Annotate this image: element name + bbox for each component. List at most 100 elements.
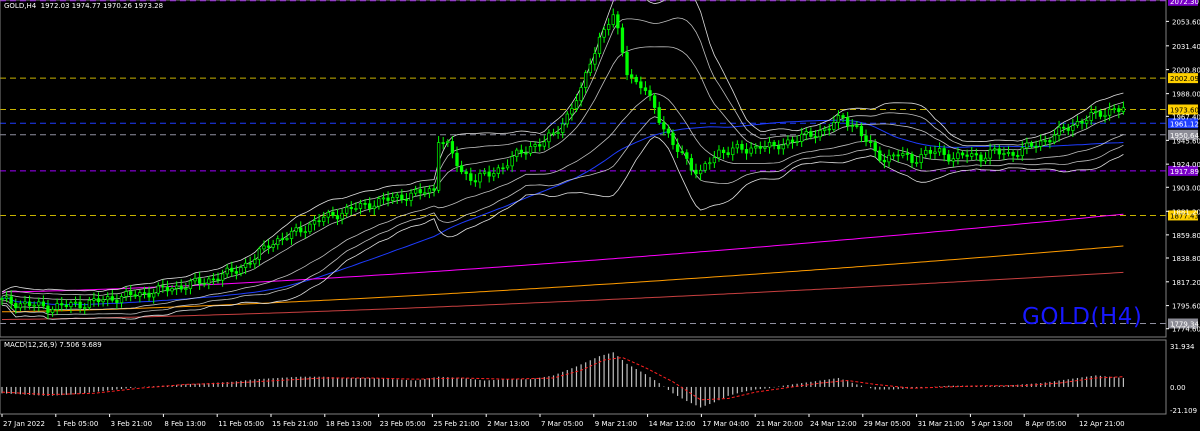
candle-body <box>1025 142 1029 149</box>
candle-body <box>372 205 376 209</box>
candle-body <box>423 192 427 195</box>
candle-body <box>211 278 216 281</box>
time-axis-tick-label: 25 Feb 21:00 <box>433 420 479 428</box>
candle-body <box>584 72 588 88</box>
candle-body <box>818 130 822 138</box>
time-axis-tick-label: 2 Mar 13:00 <box>487 420 529 428</box>
candle-body <box>712 157 717 164</box>
candle-body <box>1020 147 1024 157</box>
symbol-label: GOLD,H4 <box>4 2 37 10</box>
time-axis-tick-label: 1 Feb 05:00 <box>57 420 98 428</box>
candle-body <box>179 285 183 290</box>
time-axis-tick-label: 7 Mar 05:00 <box>541 420 583 428</box>
candle-body <box>299 227 303 233</box>
candle-body <box>731 147 735 155</box>
price-axis-tick-label: 1795.60 <box>1172 303 1200 311</box>
candle-body <box>124 291 128 297</box>
time-axis-tick-label: 3 Feb 21:00 <box>111 420 152 428</box>
ma-blue-line <box>1 119 1124 306</box>
candle-body <box>873 142 877 152</box>
candle-body <box>786 139 790 146</box>
candle-body <box>666 128 671 134</box>
candle-body <box>1084 120 1089 124</box>
candle-body <box>620 27 625 53</box>
candle-body <box>482 171 487 174</box>
candle-body <box>1080 121 1084 124</box>
candle-body <box>772 141 776 147</box>
candle-body <box>115 299 119 304</box>
candle-body <box>1107 108 1112 116</box>
candle-body <box>464 171 468 175</box>
ma-red-line <box>2 271 1124 320</box>
candle-body <box>404 199 409 201</box>
candle-body <box>754 145 758 149</box>
time-axis-tick-label: 14 Mar 12:00 <box>649 420 696 428</box>
time-axis-tick-label: 24 Mar 12:00 <box>810 420 857 428</box>
candle-body <box>0 298 4 300</box>
candle-body <box>781 144 785 150</box>
candle-body <box>391 196 395 201</box>
candle-body <box>400 194 404 200</box>
candle-body <box>459 165 464 173</box>
candle-body <box>597 36 602 55</box>
time-axis-tick-label: 9 Mar 21:00 <box>595 420 637 428</box>
ohlc-values: 1972.03 1974.77 1970.26 1973.28 <box>40 2 164 10</box>
candle-body <box>170 288 174 292</box>
price-chart[interactable]: 2072.302002.091973.601961.121950.641917.… <box>0 0 1200 431</box>
time-axis-tick-label: 21 Mar 20:00 <box>756 420 803 428</box>
candle-body <box>9 296 13 304</box>
candle-body <box>777 145 781 150</box>
candle-body <box>220 273 225 281</box>
time-axis-tick-label: 31 Mar 21:00 <box>918 420 965 428</box>
candle-body <box>455 152 459 167</box>
candle-body <box>96 298 101 303</box>
price-axis-tick-label: 1817.20 <box>1172 279 1200 287</box>
candle-body <box>643 87 648 91</box>
candle-body <box>41 301 46 307</box>
candle-body <box>1016 155 1020 157</box>
time-axis-tick-label: 12 Apr 21:00 <box>1079 420 1125 428</box>
candle-body <box>1062 126 1066 129</box>
envelope-band-line <box>1 0 1124 293</box>
candle-body <box>841 115 845 118</box>
candle-body <box>239 267 243 274</box>
time-axis-tick-label: 8 Feb 13:00 <box>164 420 205 428</box>
candle-body <box>919 154 923 163</box>
price-axis-tick-label: 1924.00 <box>1172 161 1200 169</box>
candle-body <box>910 153 914 163</box>
candle-body <box>960 152 965 156</box>
candle-body <box>312 220 317 225</box>
candle-body <box>551 132 556 135</box>
candle-body <box>413 189 418 194</box>
ma-magenta-line <box>2 213 1124 293</box>
candle-body <box>813 136 818 138</box>
candle-body <box>197 278 202 284</box>
candle-body <box>703 163 707 171</box>
candle-body <box>574 100 579 109</box>
candle-body <box>358 203 363 209</box>
candle-body <box>363 203 367 205</box>
candle-body <box>1121 107 1126 112</box>
candle-body <box>427 188 432 194</box>
candle-body <box>450 141 455 154</box>
candle-body <box>234 271 239 274</box>
candle-body <box>790 139 795 143</box>
time-axis-tick-label: 27 Jan 2022 <box>3 420 45 428</box>
candle-body <box>602 29 606 38</box>
time-axis-tick-label: 17 Mar 04:00 <box>702 420 749 428</box>
candle-body <box>629 74 634 78</box>
candle-body <box>510 156 514 167</box>
candle-body <box>1057 126 1061 136</box>
candle-body <box>377 198 381 207</box>
candle-body <box>262 245 266 250</box>
candle-body <box>588 63 592 74</box>
price-level-label: 1961.12 <box>1170 120 1199 128</box>
candle-body <box>354 208 358 210</box>
candle-body <box>859 125 864 137</box>
candle-body <box>611 14 615 25</box>
symbol-header: GOLD,H4 1972.03 1974.77 1970.26 1973.28 <box>4 2 163 10</box>
candle-body <box>496 167 501 174</box>
candle-body <box>492 173 496 177</box>
candle-body <box>657 107 661 123</box>
candle-body <box>202 282 206 285</box>
